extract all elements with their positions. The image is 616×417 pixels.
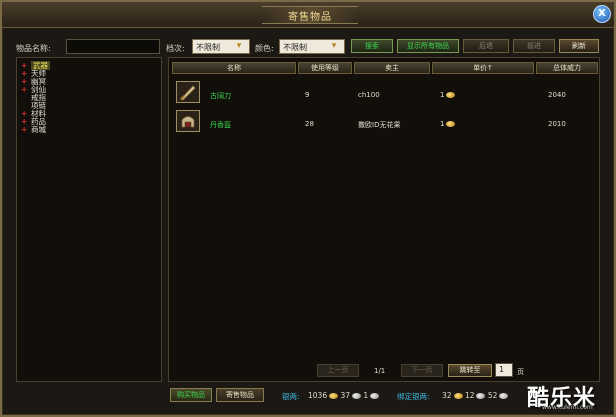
row-2-name[interactable]: 丹香盔 (210, 120, 231, 130)
row-1-seller: ch100 (358, 91, 380, 99)
helmet-icon[interactable] (176, 110, 200, 132)
row-1-price-value: 1 (440, 91, 445, 99)
expand-plus-icon: + (21, 125, 28, 134)
gold-coin-icon (453, 393, 463, 399)
row-2-level: 28 (305, 120, 314, 128)
item-name-label: 物品名称: (16, 44, 51, 53)
row-1-name[interactable]: 古阔刀 (210, 91, 231, 101)
level-select[interactable]: 不限制 ▾ (192, 39, 250, 54)
row-2-price: 1 (440, 120, 456, 128)
gold-coin-icon (329, 393, 339, 399)
listing-panel (168, 57, 600, 382)
forward-button[interactable]: 前进 (513, 39, 555, 53)
column-header-power[interactable]: 总体威力 (536, 62, 598, 74)
bound-copper-value: 52 (487, 391, 498, 400)
row-2-power: 2010 (548, 120, 566, 128)
page-number-input[interactable]: 1 (495, 363, 513, 377)
tab-buy-items[interactable]: 购买物品 (170, 388, 212, 402)
page-info: 1/1 (374, 367, 386, 375)
close-button[interactable]: X (593, 5, 611, 23)
item-name-input[interactable] (66, 39, 160, 54)
row-1-price: 1 (440, 91, 456, 99)
page-unit-label: 页 (517, 368, 524, 376)
silver-label: 银两: (282, 392, 300, 401)
show-all-button[interactable]: 显示所有物品 (397, 39, 459, 53)
color-select-value: 不限制 (283, 43, 307, 52)
silver-amount: 1036 37 1 (308, 391, 380, 400)
window-title: 寄售物品 (288, 12, 332, 23)
consignment-window: 寄售物品 X 物品名称: 档次: 不限制 ▾ 颜色: 不限制 ▾ 搜索 显示所有… (0, 0, 616, 417)
search-button[interactable]: 搜索 (351, 39, 393, 53)
column-header-name[interactable]: 名称 (172, 62, 296, 74)
title-bar[interactable]: 寄售物品 X (2, 2, 614, 28)
row-2-price-value: 1 (440, 120, 445, 128)
copper-coin-icon (499, 393, 509, 399)
gold-coin-icon (446, 92, 456, 98)
sword-icon[interactable] (176, 81, 200, 103)
silver-coin-icon (352, 393, 362, 399)
back-button[interactable]: 后退 (463, 39, 509, 53)
row-2-seller: 撒欧ID无花果 (358, 121, 401, 129)
category-tree: + 武器 + 天师 + 幽冥 + 剑仙 戒指 项链 + 材料 + 药品 + 商城 (16, 57, 162, 382)
jump-to-button[interactable]: 跳转至 (448, 364, 492, 377)
bound-gold-value: 32 (442, 391, 452, 400)
row-1-level: 9 (305, 91, 310, 99)
bound-silver-label: 绑定银两: (397, 392, 430, 401)
column-header-seller[interactable]: 卖主 (354, 62, 430, 74)
silver-silver-value: 37 (340, 391, 351, 400)
silver-coin-icon (476, 393, 486, 399)
bound-silver-amount: 32 12 52 (442, 391, 509, 400)
row-1-power: 2040 (548, 91, 566, 99)
tab-sell-items[interactable]: 寄售物品 (216, 388, 264, 402)
dropdown-arrow-icon: ▾ (236, 41, 242, 51)
column-header-price[interactable]: 单价↑ (432, 62, 534, 74)
watermark-url: www.kulemi.com (542, 404, 593, 411)
column-header-level[interactable]: 使用等级 (298, 62, 352, 74)
color-label: 颜色: (255, 44, 274, 53)
level-select-value: 不限制 (196, 43, 220, 52)
color-select[interactable]: 不限制 ▾ (279, 39, 345, 54)
silver-copper-value: 1 (363, 391, 369, 400)
next-page-button[interactable]: 下一页 (401, 364, 443, 377)
gold-coin-icon (446, 121, 456, 127)
dropdown-arrow-icon: ▾ (331, 41, 337, 51)
bound-silver-value: 12 (464, 391, 475, 400)
refresh-button[interactable]: 刷新 (559, 39, 599, 53)
level-label: 档次: (166, 44, 185, 53)
copper-coin-icon (370, 393, 380, 399)
category-item-mall[interactable]: + 商城 (21, 125, 46, 134)
prev-page-button[interactable]: 上一页 (317, 364, 359, 377)
silver-gold-value: 1036 (308, 391, 328, 400)
